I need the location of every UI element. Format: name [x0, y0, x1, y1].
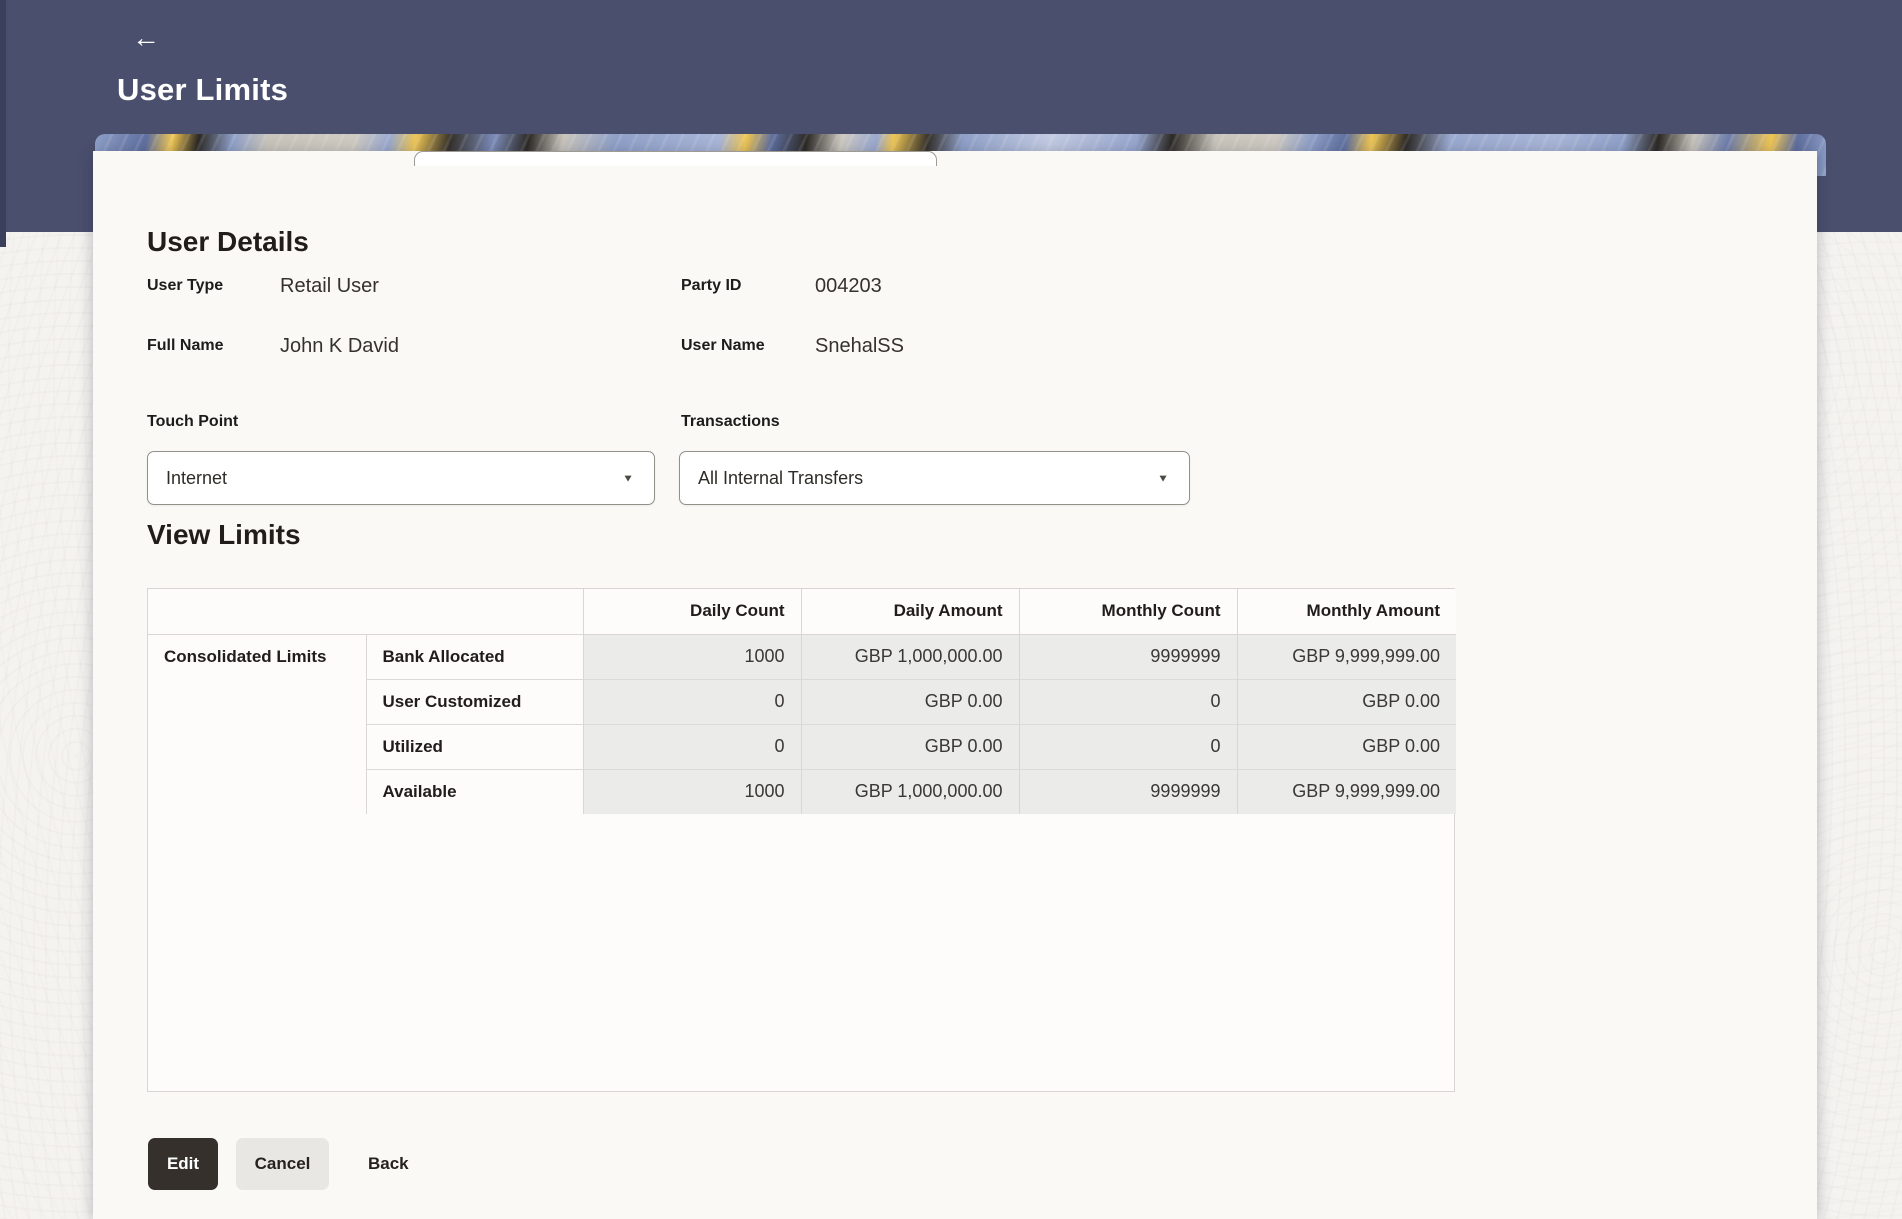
empty-header-cell: [148, 589, 583, 635]
transactions-select[interactable]: All Internal Transfers ▼: [679, 451, 1190, 505]
user-type-value: Retail User: [280, 275, 379, 297]
monthly-amount-cell: GBP 0.00: [1236, 723, 1456, 769]
touch-point-select[interactable]: Internet ▼: [147, 451, 655, 505]
daily-count-cell: 1000: [582, 634, 801, 679]
edit-button[interactable]: Edit: [148, 1138, 218, 1190]
user-details-heading: User Details: [147, 226, 309, 257]
party-id-value: 004203: [815, 275, 882, 297]
limits-table: Daily Count Daily Amount Monthly Count M…: [148, 589, 1456, 814]
collapsed-panel-edge: [414, 151, 937, 166]
monthly-count-cell: 9999999: [1018, 634, 1237, 679]
party-id-label: Party ID: [681, 277, 742, 294]
monthly-amount-cell: GBP 9,999,999.00: [1236, 768, 1456, 814]
full-name-label: Full Name: [147, 337, 224, 354]
row-label: Available: [366, 768, 583, 814]
daily-amount-cell: GBP 1,000,000.00: [800, 768, 1019, 814]
col-header-daily-amount: Daily Amount: [800, 589, 1019, 635]
left-edge-strip: [0, 0, 6, 247]
limits-table-container: Daily Count Daily Amount Monthly Count M…: [147, 588, 1456, 1092]
user-name-label: User Name: [681, 337, 765, 354]
col-header-daily-count: Daily Count: [582, 589, 801, 635]
user-type-label: User Type: [147, 277, 224, 294]
back-button[interactable]: Back: [368, 1138, 409, 1190]
monthly-amount-cell: GBP 9,999,999.00: [1236, 634, 1456, 679]
user-details-row-1: User Type Retail User Party ID 004203: [93, 271, 1817, 301]
back-arrow-icon[interactable]: ←: [124, 16, 168, 60]
chevron-down-icon: ▼: [622, 472, 634, 484]
view-limits-heading: View Limits: [147, 519, 301, 550]
row-label: Utilized: [366, 723, 583, 769]
content-card: User Details User Type Retail User Party…: [93, 151, 1817, 1219]
user-name-value: SnehalSS: [815, 335, 904, 357]
monthly-amount-cell: GBP 0.00: [1236, 678, 1456, 724]
user-details-row-2: Full Name John K David User Name SnehalS…: [93, 331, 1817, 361]
page-title: User Limits: [117, 72, 289, 107]
full-name-value: John K David: [280, 335, 399, 357]
col-header-monthly-count: Monthly Count: [1018, 589, 1237, 635]
limits-header-row: Daily Count Daily Amount Monthly Count M…: [148, 589, 1456, 635]
chevron-down-icon: ▼: [1157, 472, 1169, 484]
transactions-selected-value: All Internal Transfers: [698, 467, 864, 488]
monthly-count-cell: 9999999: [1018, 768, 1237, 814]
group-label-cell: Consolidated Limits: [148, 634, 367, 814]
monthly-count-cell: 0: [1018, 678, 1237, 724]
cancel-button[interactable]: Cancel: [236, 1138, 329, 1190]
daily-amount-cell: GBP 0.00: [800, 723, 1019, 769]
touch-point-selected-value: Internet: [166, 467, 228, 488]
touch-point-label: Touch Point: [147, 413, 239, 430]
daily-count-cell: 1000: [582, 768, 801, 814]
table-row-bank-allocated: Consolidated Limits Bank Allocated 1000 …: [148, 634, 1456, 814]
row-label: User Customized: [366, 678, 583, 724]
daily-amount-cell: GBP 0.00: [800, 678, 1019, 724]
row-label: Bank Allocated: [366, 634, 583, 679]
daily-amount-cell: GBP 1,000,000.00: [800, 634, 1019, 679]
col-header-monthly-amount: Monthly Amount: [1236, 589, 1456, 635]
transactions-label: Transactions: [681, 413, 780, 430]
daily-count-cell: 0: [582, 723, 801, 769]
daily-count-cell: 0: [582, 678, 801, 724]
monthly-count-cell: 0: [1018, 723, 1237, 769]
